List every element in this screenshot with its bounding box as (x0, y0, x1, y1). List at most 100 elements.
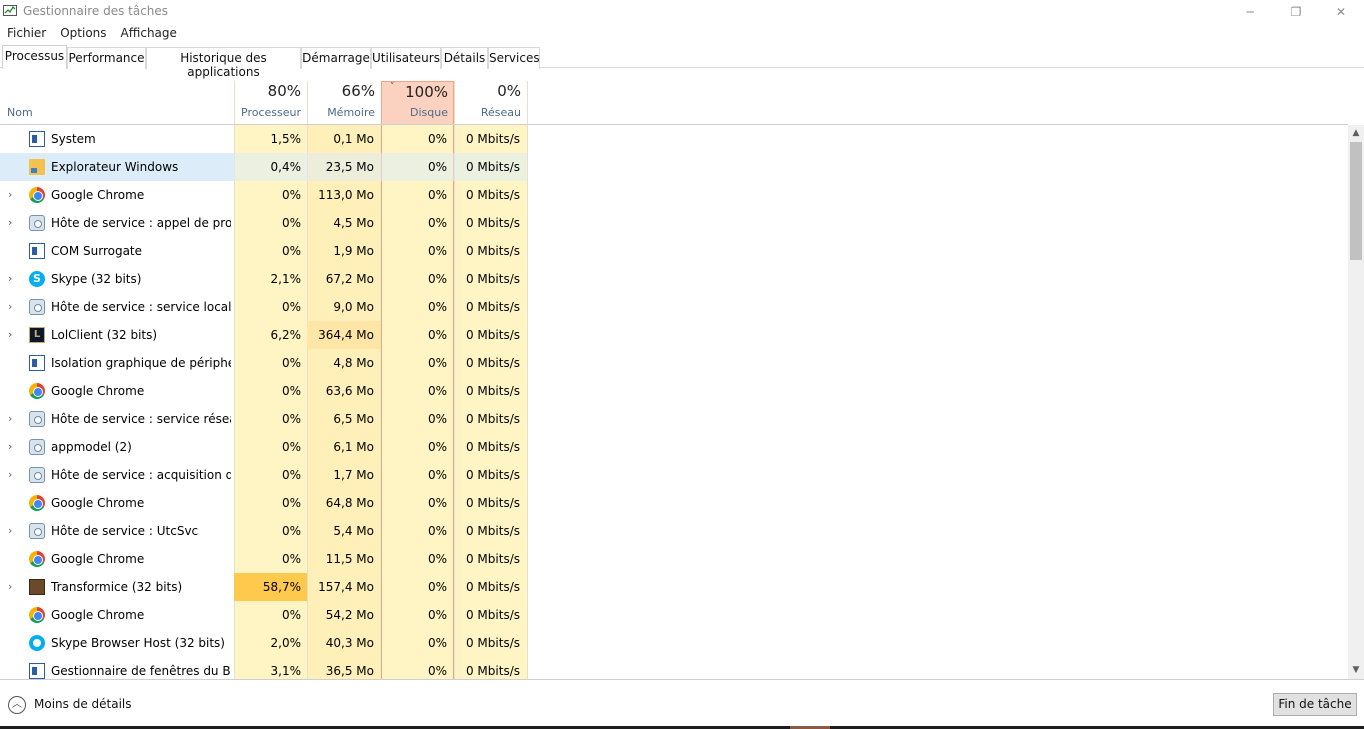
process-row[interactable]: › Transformice (32 bits) 58,7% 157,4 Mo 0% 0 … (0, 573, 527, 601)
process-disk-value: 0% (427, 580, 447, 594)
process-net-value: 0 Mbits/s (465, 552, 520, 566)
process-row[interactable]: › Hôte de service : appel de procé... 0% 4,… (0, 209, 527, 237)
service-host-icon (29, 215, 45, 231)
process-name: Google Chrome (51, 188, 145, 202)
column-header-network[interactable]: 0% Réseau (454, 81, 527, 125)
process-row[interactable]: Google Chrome 0% 11,5 Mo 0% 0 Mbits/s (0, 545, 527, 573)
process-mem-value: 6,5 Mo (333, 412, 374, 426)
process-row[interactable]: › appmodel (2) 0% 6,1 Mo 0% 0 Mbits/s (0, 433, 527, 461)
system-icon (29, 355, 45, 371)
expand-chevron-icon[interactable]: › (8, 440, 18, 453)
menu-fichier[interactable]: Fichier (0, 24, 53, 44)
process-row[interactable]: › Google Chrome 0% 113,0 Mo 0% 0 Mbits/s (0, 181, 527, 209)
process-row[interactable]: Google Chrome 0% 64,8 Mo 0% 0 Mbits/s (0, 489, 527, 517)
tab-historique[interactable]: Historique des applications (146, 47, 301, 79)
expand-chevron-icon[interactable]: › (8, 524, 18, 537)
process-row[interactable]: Explorateur Windows 0,4% 23,5 Mo 0% 0 Mbits/… (0, 153, 527, 181)
process-name: Hôte de service : appel de procé... (51, 216, 231, 230)
process-row[interactable]: Gestionnaire de fenêtres du Bur... 3,1% 36… (0, 657, 527, 679)
process-name: Hôte de service : service local (r... (51, 300, 231, 314)
vertical-scrollbar[interactable]: ▲ ▼ (1348, 125, 1364, 679)
chrome-icon (29, 495, 45, 511)
process-cpu-value: 0,4% (270, 160, 302, 174)
expand-chevron-icon[interactable]: › (8, 188, 18, 201)
process-row[interactable]: Google Chrome 0% 54,2 Mo 0% 0 Mbits/s (0, 601, 527, 629)
column-header-cpu[interactable]: 80% Processeur (234, 81, 307, 125)
expand-chevron-icon[interactable]: › (8, 272, 18, 285)
column-header-memory[interactable]: 66% Mémoire (307, 81, 381, 125)
title-bar: Gestionnaire des tâches ─ ❐ ✕ (0, 0, 1364, 24)
process-row[interactable]: › S Skype (32 bits) 2,1% 67,2 Mo 0% 0 Mbits/s (0, 265, 527, 293)
process-row[interactable]: Skype Browser Host (32 bits) 2,0% 40,3 Mo 0… (0, 629, 527, 657)
process-cpu-value: 3,1% (270, 664, 302, 678)
process-row[interactable]: › Hôte de service : service réseau ... 0% 6… (0, 405, 527, 433)
menu-affichage[interactable]: Affichage (114, 24, 184, 44)
scrollbar-thumb[interactable] (1350, 142, 1362, 260)
tab-processus[interactable]: Processus (2, 45, 67, 69)
process-disk-value: 0% (427, 384, 447, 398)
chevron-up-circle-icon[interactable]: ︿ (8, 696, 26, 714)
explorer-icon (29, 159, 45, 175)
process-mem-value: 1,7 Mo (333, 468, 374, 482)
column-divider (527, 81, 528, 679)
process-name: Google Chrome (51, 496, 145, 510)
process-cpu-value: 0% (281, 300, 301, 314)
system-icon (29, 663, 45, 679)
process-disk-value: 0% (427, 244, 447, 258)
scroll-down-icon[interactable]: ▼ (1348, 662, 1364, 679)
menu-options[interactable]: Options (53, 24, 113, 44)
process-net-value: 0 Mbits/s (465, 412, 520, 426)
process-net-value: 0 Mbits/s (465, 132, 520, 146)
expand-chevron-icon[interactable]: › (8, 468, 18, 481)
process-row[interactable]: Google Chrome 0% 63,6 Mo 0% 0 Mbits/s (0, 377, 527, 405)
process-name: Google Chrome (51, 608, 145, 622)
column-header-disk[interactable]: ˅ 100% Disque (381, 81, 454, 125)
process-net-value: 0 Mbits/s (465, 580, 520, 594)
process-name: Hôte de service : UtcSvc (51, 524, 199, 538)
process-row[interactable]: COM Surrogate 0% 1,9 Mo 0% 0 Mbits/s (0, 237, 527, 265)
process-net-value: 0 Mbits/s (465, 524, 520, 538)
end-task-button[interactable]: Fin de tâche (1273, 693, 1357, 716)
process-row[interactable]: › Hôte de service : service local (r... 0%… (0, 293, 527, 321)
tab-bar: Processus Performance Historique des app… (0, 45, 1364, 79)
process-row[interactable]: › L LolClient (32 bits) 6,2% 364,4 Mo 0% 0 Mbi… (0, 321, 527, 349)
process-row[interactable]: › Hôte de service : acquisition d'i... 0% 1… (0, 461, 527, 489)
scroll-up-icon[interactable]: ▲ (1348, 125, 1364, 142)
process-cpu-value: 0% (281, 524, 301, 538)
service-host-icon (29, 467, 45, 483)
process-net-value: 0 Mbits/s (465, 468, 520, 482)
tab-services[interactable]: Services (488, 47, 540, 69)
column-header-name[interactable]: Nom (7, 106, 33, 119)
process-row[interactable]: Isolation graphique de périphéri... 0% 4,8… (0, 349, 527, 377)
expand-chevron-icon[interactable]: › (8, 580, 18, 593)
close-button[interactable]: ✕ (1318, 0, 1364, 24)
expand-chevron-icon[interactable]: › (8, 216, 18, 229)
process-disk-value: 0% (427, 328, 447, 342)
network-total: 0% (497, 82, 521, 100)
process-mem-value: 4,8 Mo (333, 356, 374, 370)
process-row[interactable]: System 1,5% 0,1 Mo 0% 0 Mbits/s (0, 125, 527, 153)
process-cpu-value: 0% (281, 608, 301, 622)
expand-chevron-icon[interactable]: › (8, 300, 18, 313)
chrome-icon (29, 383, 45, 399)
tab-details[interactable]: Détails (441, 47, 488, 69)
process-name: Hôte de service : service réseau ... (51, 412, 231, 426)
maximize-button[interactable]: ❐ (1273, 0, 1319, 24)
process-cpu-value: 2,1% (270, 272, 302, 286)
process-mem-value: 4,5 Mo (333, 216, 374, 230)
process-mem-value: 6,1 Mo (333, 440, 374, 454)
process-mem-value: 113,0 Mo (318, 188, 374, 202)
minimize-button[interactable]: ─ (1227, 0, 1273, 24)
process-name: Skype (32 bits) (51, 272, 142, 286)
tab-performance[interactable]: Performance (67, 47, 146, 69)
process-mem-value: 63,6 Mo (325, 384, 374, 398)
expand-chevron-icon[interactable]: › (8, 328, 18, 341)
expand-chevron-icon[interactable]: › (8, 412, 18, 425)
less-details-link[interactable]: Moins de détails (34, 697, 132, 711)
memory-label: Mémoire (327, 106, 375, 119)
process-row[interactable]: › Hôte de service : UtcSvc 0% 5,4 Mo 0% 0 Mbi… (0, 517, 527, 545)
tab-utilisateurs[interactable]: Utilisateurs (371, 47, 441, 69)
tab-demarrage[interactable]: Démarrage (301, 47, 371, 69)
disk-total: 100% (405, 83, 448, 101)
process-disk-value: 0% (427, 272, 447, 286)
